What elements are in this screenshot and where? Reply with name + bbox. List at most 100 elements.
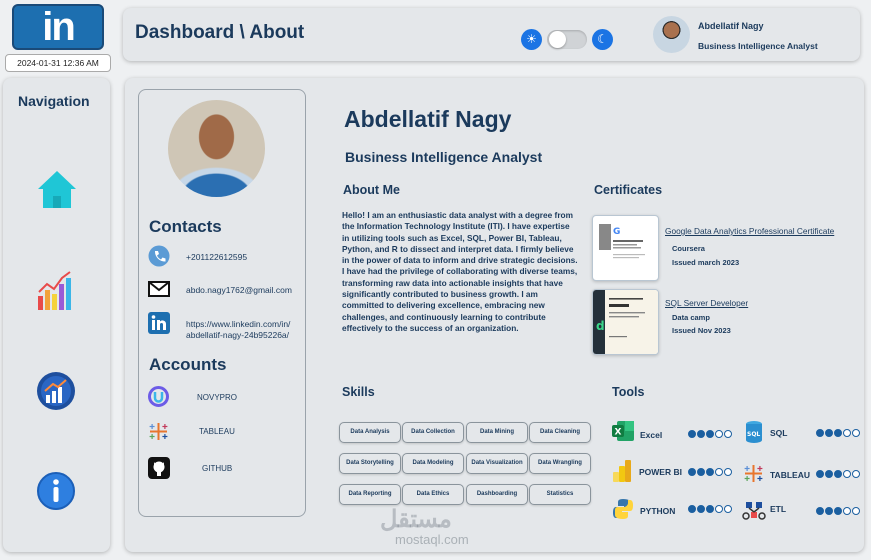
rating-dot [706, 468, 714, 476]
email-address[interactable]: abdo.nagy1762@gmail.com [186, 285, 292, 295]
powerbi-icon [612, 459, 632, 488]
profile-role: Business Intelligence Analyst [345, 149, 543, 165]
moon-icon[interactable]: ☾ [592, 29, 613, 50]
nav-analytics-button[interactable] [36, 270, 76, 312]
rating-dot [706, 430, 714, 438]
certificate-link-google[interactable]: Google Data Analytics Professional Certi… [665, 226, 834, 236]
skill-chip: Data Mining [466, 422, 528, 443]
tool-rating-etl [816, 507, 860, 515]
skill-chip: Data Analysis [339, 422, 401, 443]
logo-text: in [42, 4, 76, 49]
rating-dot [825, 429, 833, 437]
rating-dot [724, 430, 732, 438]
certificates-title: Certificates [594, 183, 663, 197]
watermark-url: mostaql.com [395, 532, 469, 547]
account-tableau[interactable]: TABLEAU [199, 427, 235, 436]
rating-dot [715, 468, 723, 476]
about-text: Hello! I am an enthusiastic data analyst… [342, 210, 578, 333]
tableau-icon [743, 463, 764, 489]
profile-name: Abdellatif Nagy [344, 106, 512, 132]
tool-rating-excel [688, 430, 732, 438]
navigation-title: Navigation [18, 93, 90, 109]
growth-chart-icon [37, 372, 75, 410]
sql-icon: SQL [744, 420, 764, 449]
phone-number[interactable]: +201122612595 [186, 252, 247, 262]
rating-dot [715, 430, 723, 438]
rating-dot [688, 468, 696, 476]
rating-dot [706, 505, 714, 513]
tool-label-etl: ETL [770, 504, 787, 514]
certificate-issuer-sql: Data camp [672, 313, 710, 322]
theme-toggle-knob[interactable] [549, 31, 566, 48]
header-user-name: Abdellatif Nagy [698, 21, 764, 31]
skill-chip: Statistics [529, 484, 591, 505]
etl-icon [742, 498, 766, 527]
linkedin-url-line-2: abdellatif-nagy-24b95226a/ [186, 329, 290, 340]
skills-title: Skills [342, 385, 375, 399]
avatar[interactable] [653, 16, 690, 53]
info-icon [37, 472, 75, 510]
excel-icon: X [611, 420, 635, 447]
profile-photo [168, 100, 265, 197]
python-icon [612, 498, 634, 525]
header-user-role: Business Intelligence Analyst [698, 41, 818, 51]
tool-label-python: PYTHON [640, 506, 676, 516]
skill-chip: Data Collection [402, 422, 464, 443]
nav-growth-button[interactable] [36, 371, 76, 411]
rating-dot [697, 468, 705, 476]
skill-chip: Data Modeling [402, 453, 464, 474]
tool-rating-powerbi [688, 468, 732, 476]
skill-chip: Dashboarding [466, 484, 528, 505]
certificate-thumbnail-google[interactable]: G [592, 215, 659, 281]
tool-rating-sql [816, 429, 860, 437]
nav-home-button[interactable] [36, 168, 78, 210]
skill-chip: Data Storytelling [339, 453, 401, 474]
account-novypro[interactable]: NOVYPRO [197, 393, 237, 402]
contacts-title: Contacts [149, 217, 222, 236]
certificate-issuer-google: Coursera [672, 244, 705, 253]
certificate-date-sql: Issued Nov 2023 [672, 326, 731, 335]
bar-chart-icon [38, 271, 71, 310]
watermark-arabic: مستقل [380, 506, 452, 533]
rating-dot [825, 507, 833, 515]
nav-info-button[interactable] [36, 471, 76, 511]
tool-rating-tableau [816, 470, 860, 478]
sun-icon[interactable]: ☀ [521, 29, 542, 50]
tableau-icon [148, 421, 169, 447]
certificate-date-google: Issued march 2023 [672, 258, 740, 267]
rating-dot [843, 429, 851, 437]
rating-dot [816, 470, 824, 478]
linkedin-logo[interactable]: in [12, 4, 104, 50]
rating-dot [715, 505, 723, 513]
linkedin-icon [148, 312, 170, 339]
rating-dot [834, 507, 842, 515]
rating-dot [697, 430, 705, 438]
tool-label-tableau: TABLEAU [770, 470, 810, 480]
rating-dot [852, 429, 860, 437]
rating-dot [843, 507, 851, 515]
rating-dot [688, 430, 696, 438]
skill-chip: Data Wrangling [529, 453, 591, 474]
tool-rating-python [688, 505, 732, 513]
certificate-thumbnail-sql[interactable]: d [592, 289, 659, 355]
svg-text:G: G [613, 227, 620, 237]
tools-title: Tools [612, 385, 645, 399]
account-github[interactable]: GITHUB [202, 464, 232, 473]
about-title: About Me [343, 183, 400, 197]
skill-chip: Data Reporting [339, 484, 401, 505]
rating-dot [724, 505, 732, 513]
tool-label-sql: SQL [770, 428, 788, 438]
certificate-link-sql[interactable]: SQL Server Developer [665, 298, 748, 308]
svg-text:SQL: SQL [747, 431, 760, 438]
linkedin-url[interactable]: https://www.linkedin.com/in/ abdellatif-… [186, 319, 290, 340]
tool-label-powerbi: POWER BI [639, 467, 682, 477]
rating-dot [697, 505, 705, 513]
datetime-display: 2024-01-31 12:36 AM [5, 54, 111, 72]
home-icon [38, 171, 76, 208]
rating-dot [825, 470, 833, 478]
rating-dot [816, 507, 824, 515]
rating-dot [834, 429, 842, 437]
tool-label-excel: Excel [640, 430, 663, 440]
rating-dot [724, 468, 732, 476]
github-icon [148, 457, 170, 484]
